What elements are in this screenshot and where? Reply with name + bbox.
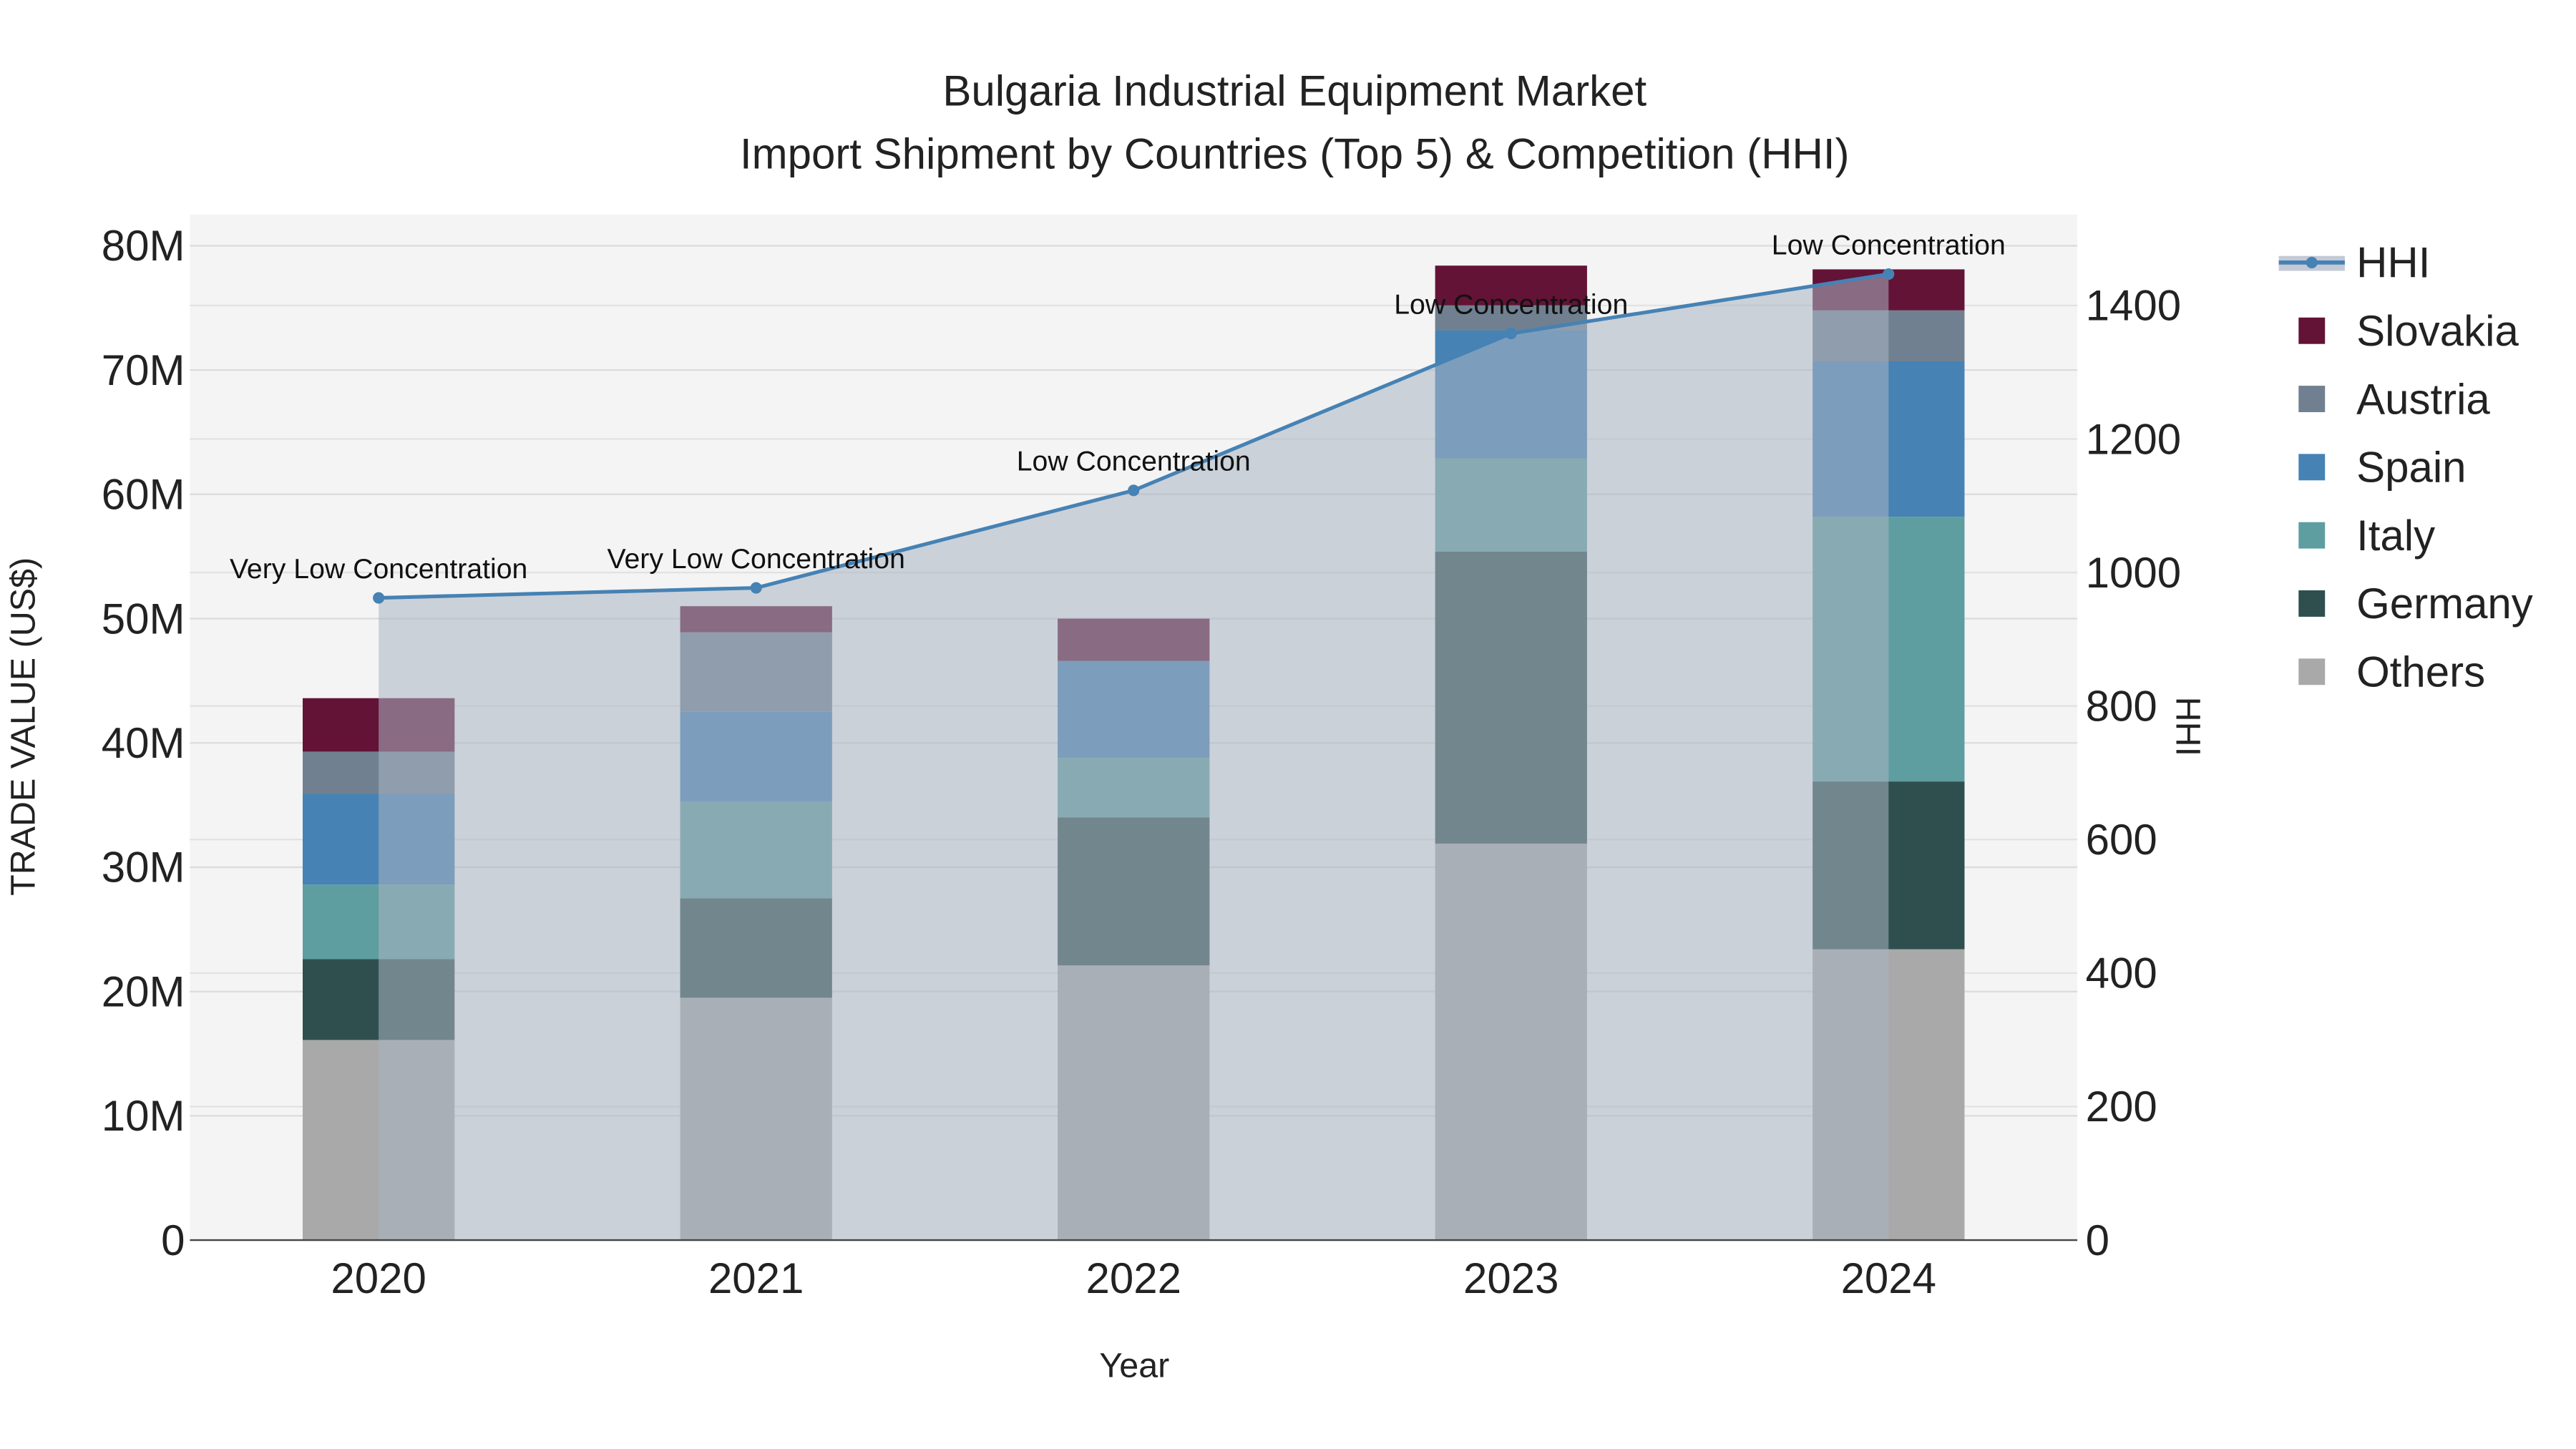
legend-swatch-slovakia <box>2298 317 2326 344</box>
y2-tick-label: 400 <box>2086 950 2157 997</box>
x-tick-label: 2024 <box>1841 1254 1936 1302</box>
x-tick-label: 2022 <box>1085 1254 1181 1302</box>
y-tick-label: 70M <box>102 346 185 394</box>
legend-swatch-others <box>2298 658 2326 686</box>
legend-item-hhi[interactable]: HHI <box>2356 239 2430 287</box>
legend-swatch-germany <box>2298 590 2326 617</box>
legend-item-others[interactable]: Others <box>2356 648 2485 696</box>
y-tick-label: 20M <box>102 967 185 1015</box>
y-tick-label: 30M <box>102 844 185 892</box>
hhi-annotation-2024: Low Concentration <box>1772 229 2006 260</box>
hhi-point-2021[interactable] <box>750 582 762 594</box>
y-tick-label: 10M <box>102 1092 185 1140</box>
legend-item-spain[interactable]: Spain <box>2356 444 2466 492</box>
y-tick-label: 50M <box>102 595 185 643</box>
hhi-annotation-2021: Very Low Concentration <box>607 543 904 575</box>
legend-item-germany[interactable]: Germany <box>2356 580 2533 628</box>
chart-title-line1: Bulgaria Industrial Equipment Market <box>942 67 1646 115</box>
legend-swatch-spain <box>2298 454 2326 481</box>
chart-title-line2: Import Shipment by Countries (Top 5) & C… <box>740 130 1850 177</box>
hhi-point-2020[interactable] <box>373 592 385 604</box>
y-tick-label: 60M <box>102 471 185 519</box>
y2-tick-label: 200 <box>2086 1083 2157 1131</box>
y-axis-title: TRADE VALUE (US$) <box>4 557 42 896</box>
x-tick-label: 2020 <box>331 1254 426 1302</box>
legend-item-austria[interactable]: Austria <box>2356 375 2490 423</box>
hhi-annotation-2020: Very Low Concentration <box>230 553 527 585</box>
y2-tick-label: 0 <box>2086 1216 2109 1264</box>
legend-swatch-austria <box>2298 386 2326 412</box>
y2-tick-label: 1200 <box>2086 415 2181 463</box>
chart: Very Low Concentration Very Low Concentra… <box>4 67 2533 1385</box>
hhi-point-2024[interactable] <box>1883 268 1895 280</box>
y2-tick-label: 600 <box>2086 816 2157 864</box>
x-axis-title: Year <box>1099 1347 1169 1385</box>
y-tick-label: 40M <box>102 719 185 767</box>
legend-hhi-marker-icon <box>2306 256 2318 268</box>
y2-tick-label: 1400 <box>2086 282 2181 330</box>
y-tick-label: 0 <box>161 1216 185 1264</box>
legend-item-slovakia[interactable]: Slovakia <box>2356 307 2519 355</box>
y2-tick-label: 1000 <box>2086 549 2181 597</box>
legend-item-italy[interactable]: Italy <box>2356 512 2435 560</box>
legend-swatch-italy <box>2298 522 2326 549</box>
x-tick-label: 2023 <box>1463 1254 1558 1302</box>
x-tick-label: 2021 <box>708 1254 804 1302</box>
y2-axis-title: HHI <box>2169 697 2207 756</box>
y2-tick-label: 800 <box>2086 682 2157 730</box>
hhi-point-2023[interactable] <box>1505 327 1517 340</box>
y-tick-label: 80M <box>102 222 185 270</box>
hhi-annotation-2023: Low Concentration <box>1394 288 1628 320</box>
hhi-annotation-2022: Low Concentration <box>1017 446 1251 477</box>
hhi-point-2022[interactable] <box>1128 484 1140 497</box>
